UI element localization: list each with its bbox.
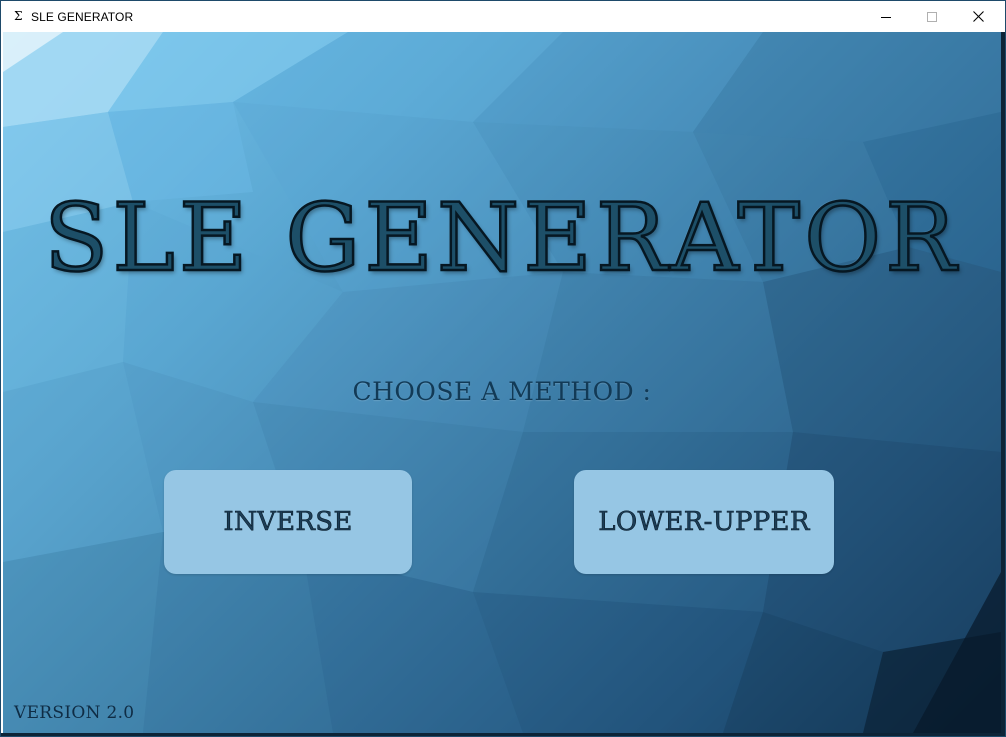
minimize-button[interactable] — [863, 1, 909, 32]
maximize-button[interactable] — [909, 1, 955, 32]
app-headline: SLE GENERATOR — [43, 183, 960, 295]
choose-method-label: CHOOSE A METHOD : — [352, 377, 652, 406]
minimize-icon — [881, 16, 891, 18]
window-title: SLE GENERATOR — [31, 10, 134, 24]
title-bar[interactable]: Σ SLE GENERATOR — [1, 1, 1005, 32]
main-panel: SLE GENERATOR CHOOSE A METHOD : INVERSE … — [3, 32, 1001, 733]
close-button[interactable] — [955, 1, 1001, 32]
inverse-button[interactable]: INVERSE — [164, 470, 412, 574]
lower-upper-button[interactable]: LOWER-UPPER — [574, 470, 834, 574]
version-label: VERSION 2.0 — [14, 703, 135, 723]
window-edge-right — [1001, 32, 1005, 736]
sigma-icon: Σ — [14, 9, 23, 23]
close-icon — [972, 11, 984, 22]
app-window: Σ SLE GENERATOR SLE GENERATOR CHOOSE A M… — [0, 0, 1006, 737]
window-edge-bottom — [1, 733, 1005, 736]
maximize-icon — [927, 11, 937, 22]
